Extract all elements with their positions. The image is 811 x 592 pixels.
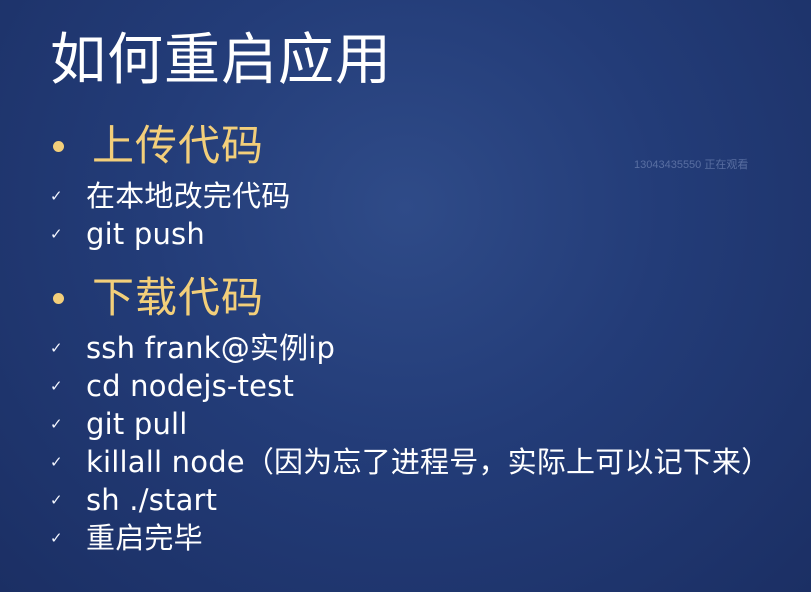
list-item-text: 在本地改完代码 — [86, 179, 291, 213]
list-item-text: ssh frank@实例ip — [86, 331, 336, 365]
list-item: ✓ 重启完毕 — [50, 520, 203, 556]
checkmark-icon: ✓ — [50, 529, 63, 547]
list-item: ✓ ssh frank@实例ip — [50, 330, 335, 366]
list-item: ✓ git push — [50, 216, 205, 252]
dot-bullet-icon — [53, 140, 64, 152]
checkmark-icon: ✓ — [50, 225, 63, 243]
slide-title: 如何重启应用 — [50, 28, 392, 93]
viewer-watermark: 13043435550 正在观看 — [634, 159, 749, 171]
dot-bullet-icon — [53, 292, 64, 304]
list-item-text: 重启完毕 — [86, 521, 203, 555]
checkmark-icon: ✓ — [50, 453, 63, 471]
list-item-text: sh ./start — [86, 483, 218, 517]
list-item: ✓ git pull — [50, 406, 188, 442]
list-item-text: killall node（因为忘了进程号，实际上可以记下来） — [86, 445, 771, 479]
checkmark-icon: ✓ — [50, 377, 63, 395]
checkmark-icon: ✓ — [50, 415, 63, 433]
checkmark-icon: ✓ — [50, 339, 63, 357]
list-item: ✓ cd nodejs-test — [50, 368, 294, 404]
list-item-text: git push — [86, 217, 205, 251]
checkmark-icon: ✓ — [50, 187, 63, 205]
section-heading-text: 下载代码 — [92, 273, 265, 322]
list-item: ✓ sh ./start — [50, 482, 217, 518]
list-item-text: git pull — [86, 407, 188, 441]
list-item-text: cd nodejs-test — [86, 369, 295, 403]
section-heading-upload: 上传代码 — [50, 120, 264, 172]
section-heading-download: 下载代码 — [50, 272, 264, 324]
presentation-slide: 如何重启应用 13043435550 正在观看 上传代码 ✓ 在本地改完代码 ✓… — [0, 0, 811, 592]
section-heading-text: 上传代码 — [92, 121, 265, 170]
list-item: ✓ killall node（因为忘了进程号，实际上可以记下来） — [50, 444, 770, 480]
checkmark-icon: ✓ — [50, 491, 63, 509]
list-item: ✓ 在本地改完代码 — [50, 178, 290, 214]
